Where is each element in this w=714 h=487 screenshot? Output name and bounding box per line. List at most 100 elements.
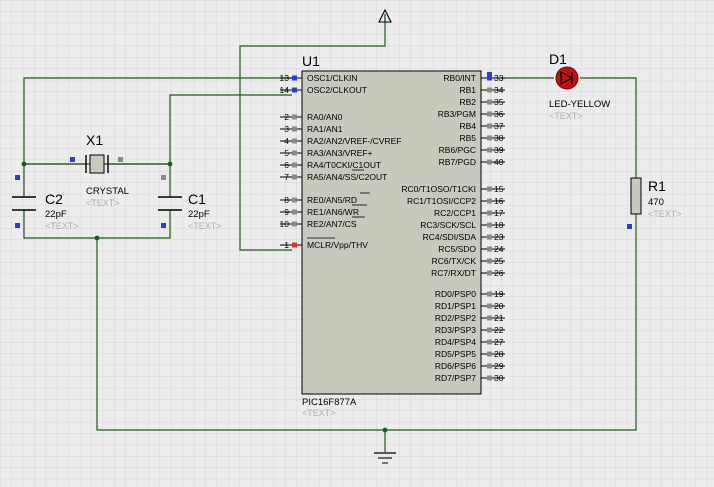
mcu-pin-right[interactable]: 40 RB7/PGD <box>439 157 505 167</box>
pin-marker <box>292 87 297 93</box>
pin-number: 28 <box>494 349 504 359</box>
mcu-ref: U1 <box>302 53 320 69</box>
pin-name: RA5/AN4/SS/C2OUT <box>307 172 387 182</box>
junction-dot <box>21 161 27 167</box>
mcu-u1[interactable]: U1 13 OSC1/CLKIN14 OSC2/CLKOUT2 RA0/AN03 RA1… <box>280 53 505 418</box>
pin-name: OSC2/CLKOUT <box>307 85 367 95</box>
pin-name: RD6/PSP6 <box>435 361 476 371</box>
pin-marker <box>292 197 297 203</box>
pin-number: 22 <box>494 325 504 335</box>
mcu-pin-right[interactable]: 26 RC7/RX/DT <box>431 268 505 278</box>
mcu-pin-right[interactable]: 21 RD2/PSP2 <box>435 313 505 323</box>
pin-number: 5 <box>284 148 289 158</box>
pin-marker <box>487 210 492 216</box>
pin-marker <box>487 186 492 192</box>
pin-name: RC5/SDO <box>438 244 476 254</box>
mcu-pin-right[interactable]: 17 RC2/CCP1 <box>434 208 505 218</box>
d1-value: LED-YELLOW <box>549 99 610 110</box>
pin-name: MCLR/Vpp/THV <box>307 240 368 250</box>
pin-marker <box>487 135 492 141</box>
c1-text-placeholder: <TEXT> <box>188 221 222 231</box>
mcu-pin-right[interactable]: 22 RD3/PSP3 <box>435 325 505 335</box>
pin-marker <box>292 242 297 248</box>
pin-number: 18 <box>494 220 504 230</box>
pin-name: RD1/PSP1 <box>435 301 476 311</box>
pin-marker <box>487 291 492 297</box>
pin-number: 26 <box>494 268 504 278</box>
pin-marker <box>15 223 20 228</box>
pin-name: RB6/PGC <box>439 145 476 155</box>
pin-number: 13 <box>280 73 290 83</box>
mcu-pin-right[interactable]: 36 RB3/PGM <box>438 109 505 119</box>
pin-number: 4 <box>284 136 289 146</box>
pin-name: RD3/PSP3 <box>435 325 476 335</box>
mcu-pin-right[interactable]: 20 RD1/PSP1 <box>435 301 505 311</box>
pin-marker <box>487 99 492 105</box>
pin-marker <box>487 375 492 381</box>
pin-name: RC1/T1OSI/CCP2 <box>407 196 476 206</box>
pin-name: RB4 <box>459 121 476 131</box>
pin-name: RC2/CCP1 <box>434 208 476 218</box>
pin-number: 30 <box>494 373 504 383</box>
pin-marker <box>118 157 123 162</box>
pin-name: RC7/RX/DT <box>431 268 476 278</box>
c2-ref: C2 <box>45 191 63 207</box>
pin-name: RD7/PSP7 <box>435 373 476 383</box>
pin-marker <box>292 174 297 180</box>
pin-marker <box>487 222 492 228</box>
pin-number: 24 <box>494 244 504 254</box>
pin-name: RE1/AN6/WR <box>307 207 359 217</box>
pin-number: 27 <box>494 337 504 347</box>
pin-name: RA1/AN1 <box>307 124 343 134</box>
schematic-sheet[interactable]: U1 13 OSC1/CLKIN14 OSC2/CLKOUT2 RA0/AN03 RA1… <box>0 0 714 487</box>
pin-name: RE0/AN5/RD <box>307 195 357 205</box>
mcu-pin-right[interactable]: 24 RC5/SDO <box>438 244 505 254</box>
pin-name: RD4/PSP4 <box>435 337 476 347</box>
pin-marker <box>487 234 492 240</box>
junction-dot <box>167 161 173 167</box>
c1-ref: C1 <box>188 191 206 207</box>
mcu-part: PIC16F877A <box>302 397 357 408</box>
pin-marker <box>487 339 492 345</box>
d1-ref: D1 <box>549 51 567 67</box>
pin-marker <box>161 223 166 228</box>
pin-marker <box>487 123 492 129</box>
pin-name: RD5/PSP5 <box>435 349 476 359</box>
pin-marker <box>292 150 297 156</box>
mcu-pin-right[interactable]: 27 RD4/PSP4 <box>435 337 505 347</box>
pin-marker <box>487 111 492 117</box>
mcu-pin-right[interactable]: 28 RD5/PSP5 <box>435 349 505 359</box>
pin-number: 34 <box>494 85 504 95</box>
c1-value: 22pF <box>188 209 210 220</box>
mcu-pin-right[interactable]: 25 RC6/TX/CK <box>432 256 505 266</box>
pin-name: RA2/AN2/VREF-/CVREF <box>307 136 401 146</box>
r1-ref: R1 <box>648 178 666 194</box>
pin-marker <box>487 315 492 321</box>
pin-number: 20 <box>494 301 504 311</box>
pin-number: 6 <box>284 160 289 170</box>
mcu-pin-right[interactable]: 39 RB6/PGC <box>439 145 505 155</box>
pin-number: 38 <box>494 133 504 143</box>
pin-marker <box>161 175 166 180</box>
mcu-text-placeholder: <TEXT> <box>302 408 336 418</box>
pin-marker <box>487 327 492 333</box>
pin-marker <box>487 351 492 357</box>
r1-text-placeholder: <TEXT> <box>648 209 682 219</box>
pin-number: 1 <box>284 240 289 250</box>
pin-number: 35 <box>494 97 504 107</box>
mcu-pin-right[interactable]: 19 RD0/PSP0 <box>435 289 505 299</box>
pin-number: 3 <box>284 124 289 134</box>
mcu-pin-right[interactable]: 33 RB0/INT <box>443 73 505 83</box>
pin-number: 14 <box>280 85 290 95</box>
pin-marker <box>487 246 492 252</box>
pin-marker <box>487 363 492 369</box>
pin-number: 15 <box>494 184 504 194</box>
pin-marker <box>292 209 297 215</box>
pin-number: 36 <box>494 109 504 119</box>
mcu-pin-right[interactable]: 29 RD6/PSP6 <box>435 361 505 371</box>
pin-name: RE2/AN7/CS <box>307 219 357 229</box>
junction-dot <box>94 235 100 241</box>
mcu-pin-right[interactable]: 30 RD7/PSP7 <box>435 373 505 383</box>
junction-dot <box>382 427 388 433</box>
c2-text-placeholder: <TEXT> <box>45 221 79 231</box>
